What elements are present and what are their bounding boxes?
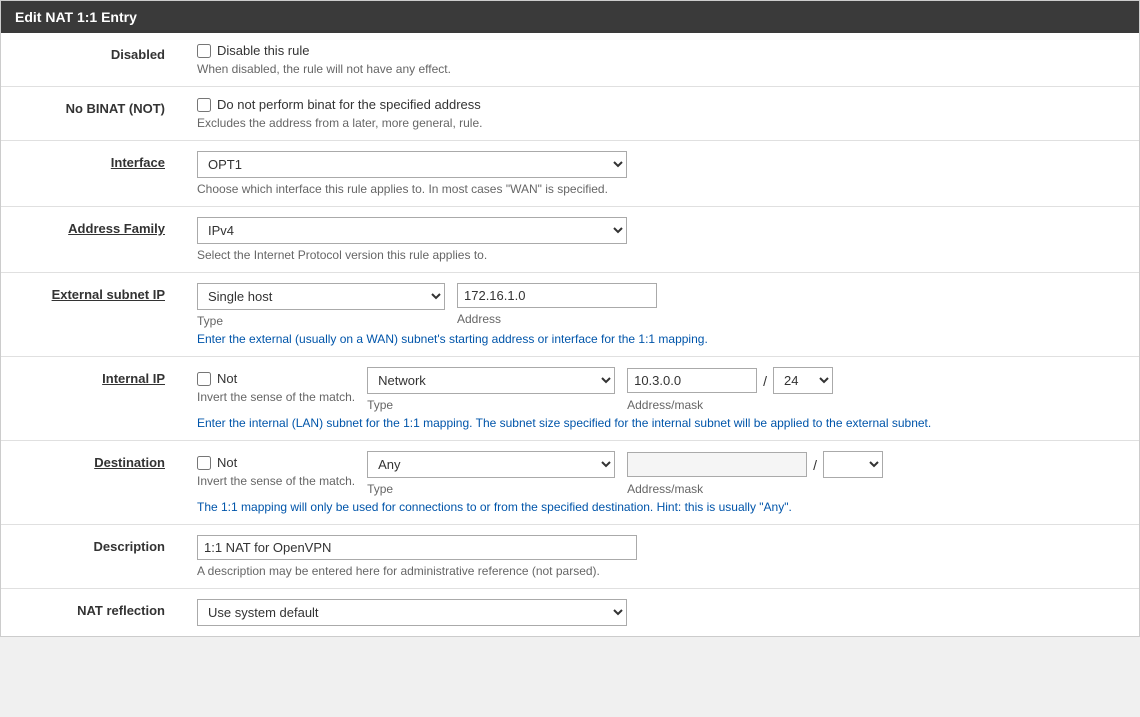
destination-mask-select[interactable]: 8 16 24 32 — [823, 451, 883, 478]
external-subnet-inputs: Single host Network Any Interface addres… — [197, 283, 1123, 328]
no-binat-label: No BINAT (NOT) — [1, 87, 181, 141]
address-family-help: Select the Internet Protocol version thi… — [197, 248, 1123, 262]
internal-mask-select[interactable]: 8 16 24 32 — [773, 367, 833, 394]
internal-address-label: Address/mask — [627, 398, 833, 412]
destination-not-checkbox[interactable] — [197, 456, 211, 470]
internal-ip-row: Internal IP Not Invert the sense of the … — [1, 357, 1139, 441]
disabled-checkbox-label: Disable this rule — [217, 43, 310, 58]
destination-label: Destination — [1, 441, 181, 525]
internal-not-group: Not Invert the sense of the match. — [197, 367, 355, 404]
description-help: A description may be entered here for ad… — [197, 564, 1123, 578]
form-table: Disabled Disable this rule When disabled… — [1, 33, 1139, 636]
destination-help: The 1:1 mapping will only be used for co… — [197, 500, 1123, 514]
destination-slash: / — [809, 457, 821, 473]
disabled-row: Disabled Disable this rule When disabled… — [1, 33, 1139, 87]
panel-header: Edit NAT 1:1 Entry — [1, 1, 1139, 33]
internal-not-checkbox[interactable] — [197, 372, 211, 386]
no-binat-checkbox[interactable] — [197, 98, 211, 112]
external-type-label: Type — [197, 314, 445, 328]
internal-mask-group: / 8 16 24 32 — [627, 367, 833, 394]
destination-not-help: Invert the sense of the match. — [197, 474, 355, 488]
destination-address-input[interactable] — [627, 452, 807, 477]
destination-mask-group: / 8 16 24 32 — [627, 451, 883, 478]
internal-ip-label: Internal IP — [1, 357, 181, 441]
external-subnet-label: External subnet IP — [1, 273, 181, 357]
internal-slash: / — [759, 373, 771, 389]
destination-not-checkbox-row: Not — [197, 455, 355, 470]
destination-not-group: Not Invert the sense of the match. — [197, 451, 355, 488]
destination-not-label: Not — [217, 455, 237, 470]
interface-row: Interface OPT1 WAN LAN Choose which inte… — [1, 141, 1139, 207]
nat-reflection-row: NAT reflection Use system default Enable… — [1, 589, 1139, 637]
destination-address-label: Address/mask — [627, 482, 883, 496]
no-binat-row: No BINAT (NOT) Do not perform binat for … — [1, 87, 1139, 141]
internal-type-label: Type — [367, 398, 615, 412]
address-family-select[interactable]: IPv4 IPv6 IPv4+IPv6 — [197, 217, 627, 244]
no-binat-content: Do not perform binat for the specified a… — [181, 87, 1139, 141]
no-binat-checkbox-label: Do not perform binat for the specified a… — [217, 97, 481, 112]
internal-address-group: / 8 16 24 32 Address/mask — [627, 367, 833, 412]
address-family-label: Address Family — [1, 207, 181, 273]
destination-type-label: Type — [367, 482, 615, 496]
external-subnet-content: Single host Network Any Interface addres… — [181, 273, 1139, 357]
disabled-content: Disable this rule When disabled, the rul… — [181, 33, 1139, 87]
description-label: Description — [1, 525, 181, 589]
destination-address-group: / 8 16 24 32 Address/mask — [627, 451, 883, 496]
no-binat-help: Excludes the address from a later, more … — [197, 116, 1123, 130]
internal-ip-content: Not Invert the sense of the match. Netwo… — [181, 357, 1139, 441]
disabled-checkbox[interactable] — [197, 44, 211, 58]
internal-not-label: Not — [217, 371, 237, 386]
external-address-group: Address — [457, 283, 657, 326]
internal-ip-help: Enter the internal (LAN) subnet for the … — [197, 416, 1123, 430]
no-binat-checkbox-row: Do not perform binat for the specified a… — [197, 97, 1123, 112]
destination-row: Destination Not Invert the sense of the … — [1, 441, 1139, 525]
disabled-checkbox-row: Disable this rule — [197, 43, 1123, 58]
interface-content: OPT1 WAN LAN Choose which interface this… — [181, 141, 1139, 207]
internal-type-select[interactable]: Network Single host Any — [367, 367, 615, 394]
interface-label: Interface — [1, 141, 181, 207]
internal-not-checkbox-row: Not — [197, 371, 355, 386]
edit-nat-panel: Edit NAT 1:1 Entry Disabled Disable this… — [0, 0, 1140, 637]
description-row: Description A description may be entered… — [1, 525, 1139, 589]
address-family-content: IPv4 IPv6 IPv4+IPv6 Select the Internet … — [181, 207, 1139, 273]
nat-reflection-select[interactable]: Use system default Enable Disable — [197, 599, 627, 626]
address-family-row: Address Family IPv4 IPv6 IPv4+IPv6 Selec… — [1, 207, 1139, 273]
internal-ip-inputs: Not Invert the sense of the match. Netwo… — [197, 367, 1123, 412]
destination-inputs: Not Invert the sense of the match. Any S… — [197, 451, 1123, 496]
nat-reflection-label: NAT reflection — [1, 589, 181, 637]
internal-type-group: Network Single host Any Type — [367, 367, 615, 412]
external-subnet-help: Enter the external (usually on a WAN) su… — [197, 332, 1123, 346]
destination-type-select[interactable]: Any Single host Network — [367, 451, 615, 478]
disabled-label: Disabled — [1, 33, 181, 87]
description-input[interactable] — [197, 535, 637, 560]
internal-not-help: Invert the sense of the match. — [197, 390, 355, 404]
interface-select[interactable]: OPT1 WAN LAN — [197, 151, 627, 178]
external-type-select[interactable]: Single host Network Any Interface addres… — [197, 283, 445, 310]
disabled-help: When disabled, the rule will not have an… — [197, 62, 1123, 76]
nat-reflection-content: Use system default Enable Disable — [181, 589, 1139, 637]
external-address-input[interactable] — [457, 283, 657, 308]
interface-help: Choose which interface this rule applies… — [197, 182, 1123, 196]
internal-address-input[interactable] — [627, 368, 757, 393]
destination-content: Not Invert the sense of the match. Any S… — [181, 441, 1139, 525]
external-type-group: Single host Network Any Interface addres… — [197, 283, 445, 328]
external-address-label: Address — [457, 312, 657, 326]
destination-type-group: Any Single host Network Type — [367, 451, 615, 496]
panel-title: Edit NAT 1:1 Entry — [15, 9, 137, 25]
external-subnet-row: External subnet IP Single host Network A… — [1, 273, 1139, 357]
description-content: A description may be entered here for ad… — [181, 525, 1139, 589]
